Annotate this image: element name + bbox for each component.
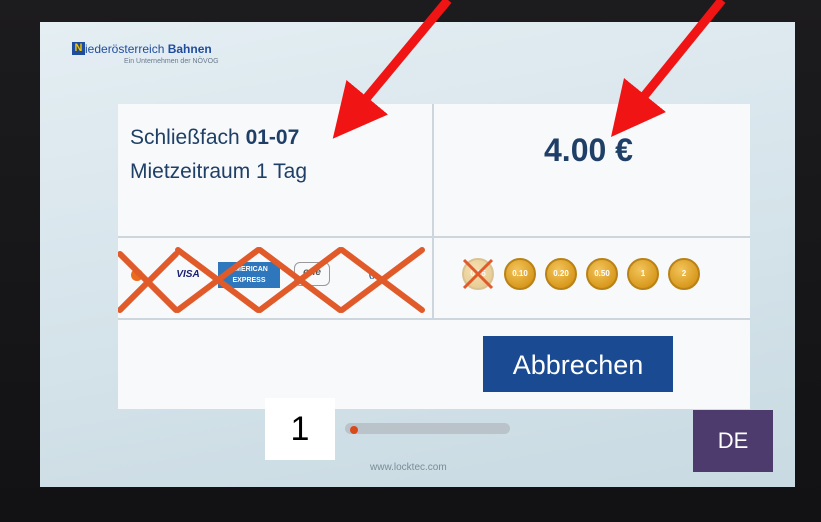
arrow-to-price: [611, 0, 726, 137]
annotation-arrows: [332, 0, 726, 139]
arrow-to-locker-number: [332, 0, 452, 139]
